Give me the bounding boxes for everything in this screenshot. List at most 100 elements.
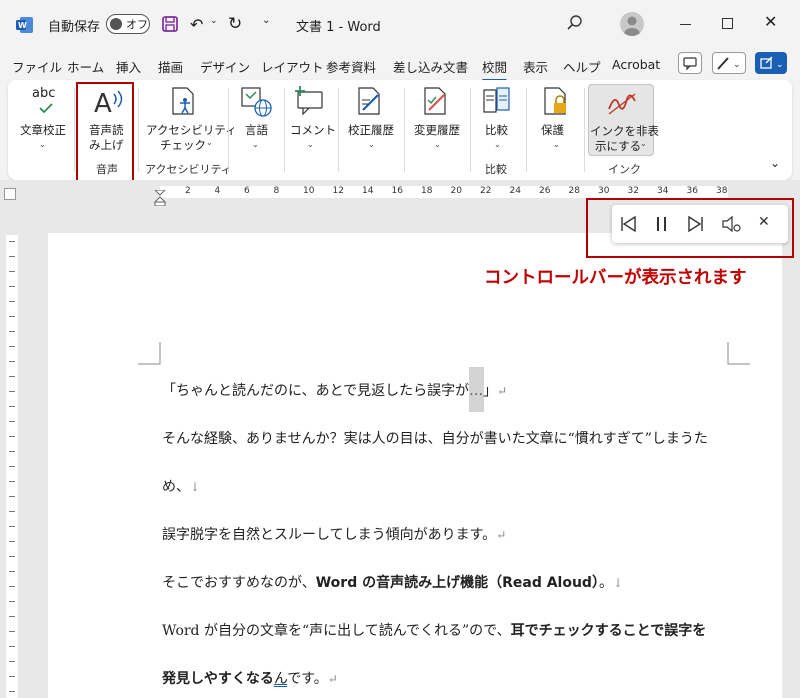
lock-icon	[544, 87, 566, 115]
tab-home[interactable]: ホーム	[67, 57, 104, 76]
tab-view[interactable]: 表示	[523, 57, 548, 76]
doc-line-3[interactable]: め、↓	[162, 476, 200, 496]
ribbon-tabs: ファイル ホーム 挿入 描画 デザイン レイアウト 参考資料 差し込み文書 校閲…	[0, 50, 800, 82]
ruler-tick	[9, 541, 15, 542]
ruler-tick	[9, 691, 15, 692]
track-changes-icon	[358, 87, 380, 115]
search-icon[interactable]	[566, 14, 584, 36]
hide-ink-button[interactable]: インクを非表 示にする ⌄	[588, 84, 659, 156]
ruler-tick	[9, 616, 15, 617]
compare-icon	[483, 87, 510, 113]
control-bar-highlight	[586, 198, 794, 258]
accessibility-check-button[interactable]: アクセシビリティ チェック ⌄	[142, 84, 237, 156]
language-label: 言語	[245, 123, 268, 137]
ruler-tick	[9, 436, 15, 437]
comments-pane-button[interactable]	[678, 52, 702, 74]
ruler-tick	[9, 346, 15, 347]
group-compare-label: 比較	[485, 163, 507, 176]
undo-dropdown-icon[interactable]: ⌄	[210, 16, 218, 26]
tab-acrobat[interactable]: Acrobat	[612, 57, 660, 72]
ruler-number: 38	[716, 186, 728, 196]
ruler-tick	[9, 646, 15, 647]
callout-text: コントロールバーが表示されます	[484, 268, 747, 288]
ruler-tick	[9, 316, 15, 317]
tab-file[interactable]: ファイル	[12, 57, 62, 76]
doc-line-4[interactable]: 誤字脱字を自然とスルーしてしまう傾向があります。↵	[162, 524, 506, 544]
ruler-number: 2	[185, 186, 191, 196]
ruler-number: 28	[568, 186, 580, 196]
doc-line-1[interactable]: 「ちゃんと読んだのに、あとで見返したら誤字が…」↵	[162, 380, 507, 400]
ink-icon	[608, 93, 636, 115]
editing-mode-button[interactable]: ⌄	[712, 52, 746, 74]
ruler-tick	[9, 466, 15, 467]
doc-line-7[interactable]: 発見しやすくなるんです。↵	[162, 668, 338, 688]
collapse-ribbon-icon[interactable]: ⌄	[770, 156, 780, 170]
word-logo-icon: W	[16, 16, 34, 34]
ruler-number: 34	[657, 186, 669, 196]
customize-toolbar-icon[interactable]: ⌄	[262, 15, 270, 26]
tab-design[interactable]: デザイン	[200, 57, 250, 76]
ruler-tick	[9, 301, 15, 302]
ruler-tick	[9, 286, 15, 287]
ruler-number: 12	[332, 186, 344, 196]
tab-draw[interactable]: 描画	[158, 57, 183, 76]
ruler-number: 14	[362, 186, 374, 196]
ruler-tick	[9, 421, 15, 422]
spelling-label: 文章校正	[20, 123, 66, 137]
tab-mailings[interactable]: 差し込み文書	[393, 57, 468, 76]
ruler-tick	[9, 406, 15, 407]
ruler-tick	[9, 361, 15, 362]
ruler-tick	[9, 241, 15, 242]
tab-review[interactable]: 校閲	[482, 57, 508, 82]
vertical-ruler[interactable]	[6, 235, 18, 698]
undo-icon[interactable]: ↶	[190, 15, 203, 34]
ruler-number: 4	[214, 186, 221, 196]
compare-button[interactable]: 比較 ⌄	[472, 84, 522, 156]
document-title: 文書 1 - Word	[296, 20, 381, 35]
accessibility-icon	[172, 87, 194, 115]
ruler-number: 36	[686, 186, 698, 196]
doc-line-2[interactable]: そんな経験、ありませんか？実は人の目は、自分が書いた文章に“慣れすぎて”しまうた	[162, 428, 708, 448]
accessibility-label-1: アクセシビリティ	[146, 123, 237, 137]
ruler-tick	[9, 511, 15, 512]
spelling-grammar-button[interactable]: abc 文章校正 ⌄	[14, 84, 72, 156]
share-button[interactable]: ⌄	[755, 52, 787, 74]
tab-layout[interactable]: レイアウト	[261, 57, 324, 76]
svg-text:W: W	[18, 21, 27, 30]
doc-line-6[interactable]: Word が自分の文章を“声に出して読んでくれる”ので、耳でチェックすることで誤…	[162, 620, 706, 640]
autosave-toggle[interactable]: オフ	[106, 14, 150, 34]
comment-label: コメント	[290, 123, 336, 137]
changes-icon	[424, 87, 446, 115]
group-accessibility-label: アクセシビリティ	[145, 163, 232, 176]
tab-help[interactable]: ヘルプ	[563, 57, 601, 76]
ruler-tick	[9, 451, 15, 452]
language-button[interactable]: 言語 ⌄	[232, 84, 280, 156]
redo-icon[interactable]: ↻	[228, 14, 242, 34]
ruler-tick	[9, 271, 15, 272]
tab-references[interactable]: 参考資料	[326, 57, 376, 76]
minimize-icon[interactable]	[680, 24, 691, 25]
language-icon	[241, 87, 272, 117]
changes-button[interactable]: 変更履歴 ⌄	[406, 84, 468, 156]
protect-button[interactable]: 保護 ⌄	[528, 84, 582, 156]
ruler-tick	[9, 526, 15, 527]
svg-text:⌄: ⌄	[733, 60, 741, 70]
ruler-tab-icon[interactable]	[4, 188, 16, 200]
close-window-icon[interactable]: ✕	[764, 12, 777, 31]
hide-ink-label-1: インクを非表	[590, 124, 659, 138]
ruler-tick	[9, 676, 15, 677]
ruler-number: 6	[244, 186, 250, 196]
save-icon[interactable]	[162, 16, 178, 36]
ruler-tick	[9, 631, 15, 632]
indent-marker-icon[interactable]	[153, 189, 167, 210]
ruler-tick	[9, 586, 15, 587]
comment-button[interactable]: コメント ⌄	[286, 84, 336, 156]
changes-label: 変更履歴	[414, 123, 460, 137]
hide-ink-label-2: 示にする	[595, 139, 642, 153]
doc-line-5[interactable]: そこでおすすめなのが、Word の音声読み上げ機能（Read Aloud）。↓	[162, 572, 623, 592]
maximize-icon[interactable]	[722, 18, 733, 29]
tab-insert[interactable]: 挿入	[116, 57, 141, 76]
avatar[interactable]	[620, 12, 644, 36]
abc-check-icon: abc	[32, 86, 56, 101]
tracking-button[interactable]: 校正履歴 ⌄	[340, 84, 402, 156]
